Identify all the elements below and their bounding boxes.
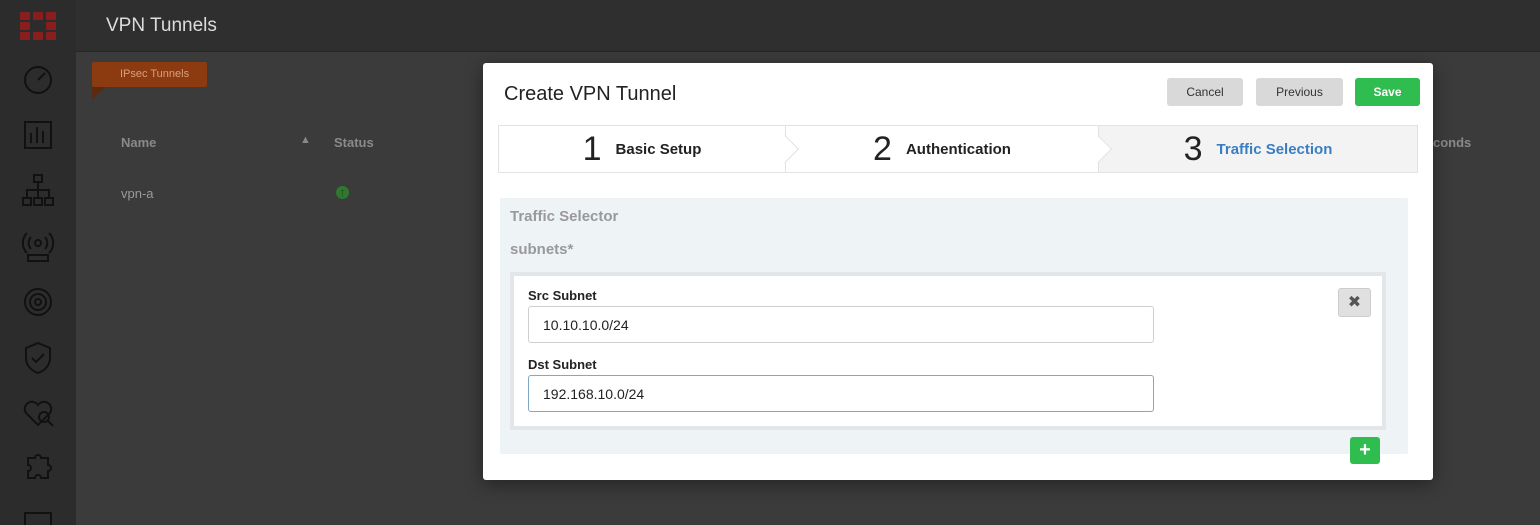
page-title: VPN Tunnels (106, 15, 217, 36)
create-vpn-tunnel-dialog: Create VPN Tunnel Cancel Previous Save 1… (483, 63, 1433, 480)
dialog-title: Create VPN Tunnel (504, 83, 677, 105)
step-authentication[interactable]: 2 Authentication (786, 126, 1113, 172)
src-subnet-input[interactable] (528, 306, 1154, 343)
add-subnet-plus-icon[interactable]: + (1350, 437, 1380, 464)
src-subnet-label: Src Subnet (528, 288, 597, 303)
network-topology-icon[interactable] (20, 172, 56, 208)
integrations-puzzle-icon[interactable] (20, 450, 56, 486)
dst-subnet-label: Dst Subnet (528, 357, 597, 372)
security-shield-icon[interactable] (20, 340, 56, 376)
ipsec-tunnels-tab[interactable]: IPsec Tunnels (92, 62, 207, 99)
status-up-icon: ↑ (336, 186, 349, 199)
step-label: Basic Setup (615, 140, 702, 158)
cancel-button[interactable]: Cancel (1167, 78, 1243, 106)
top-bar (76, 0, 1540, 52)
wizard-steps: 1 Basic Setup 2 Authentication 3 Traffic… (498, 125, 1418, 173)
step-traffic-selection[interactable]: 3 Traffic Selection (1099, 126, 1417, 172)
step-number: 3 (1183, 130, 1203, 168)
traffic-selector-panel: Traffic Selector subnets* Src Subnet Dst… (500, 198, 1408, 454)
reports-icon[interactable] (20, 508, 56, 525)
sidebar (0, 0, 76, 525)
remove-subnet-close-icon[interactable]: ✖ (1338, 288, 1371, 317)
save-button[interactable]: Save (1355, 78, 1420, 106)
subnet-entry: Src Subnet Dst Subnet ✖ (510, 272, 1386, 430)
signal-broadcast-icon[interactable] (20, 284, 56, 320)
column-header-status[interactable]: Status (334, 135, 374, 150)
column-header-partial: conds (1433, 135, 1472, 150)
dashboard-gauge-icon[interactable] (20, 62, 56, 98)
table-row-name[interactable]: vpn-a (121, 186, 154, 201)
fortinet-logo-icon[interactable] (20, 12, 56, 40)
dst-subnet-input[interactable] (528, 375, 1154, 412)
section-title: Traffic Selector (510, 208, 619, 225)
step-label: Authentication (905, 140, 1011, 158)
health-monitor-icon[interactable] (20, 395, 56, 431)
sort-icon[interactable]: ▲ (300, 134, 311, 146)
wireless-router-icon[interactable] (20, 228, 56, 264)
step-number: 1 (582, 130, 602, 168)
step-label: Traffic Selection (1216, 140, 1333, 158)
step-number: 2 (873, 130, 892, 168)
column-header-name[interactable]: Name (121, 135, 156, 150)
subnets-label: subnets* (510, 241, 574, 258)
previous-button[interactable]: Previous (1256, 78, 1343, 106)
analytics-chart-icon[interactable] (20, 117, 56, 153)
step-basic-setup[interactable]: 1 Basic Setup (499, 126, 800, 172)
